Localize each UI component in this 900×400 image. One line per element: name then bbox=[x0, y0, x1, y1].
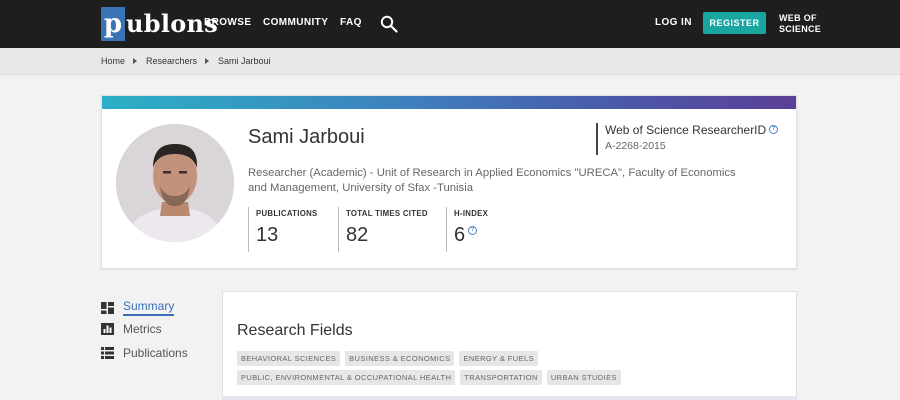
research-fields-title: Research Fields bbox=[237, 322, 353, 339]
breadcrumb-current: Sami Jarboui bbox=[218, 56, 271, 66]
research-fields-panel: Research Fields BEHAVIORAL SCIENCES BUSI… bbox=[222, 291, 797, 400]
times-cited-count: 82 bbox=[346, 224, 369, 246]
breadcrumb-bar: Home Researchers Sami Jarboui bbox=[0, 48, 900, 75]
publications-count: 13 bbox=[256, 224, 279, 246]
bar-chart-icon bbox=[101, 323, 114, 335]
nav-faq-link[interactable]: FAQ bbox=[340, 17, 362, 28]
help-icon[interactable]: ? bbox=[769, 125, 779, 134]
tag-row: PUBLIC, ENVIRONMENTAL & OCCUPATIONAL HEA… bbox=[237, 370, 797, 385]
research-field-tags: BEHAVIORAL SCIENCES BUSINESS & ECONOMICS… bbox=[237, 351, 797, 389]
researcher-id-label: Web of Science ResearcherID ? bbox=[605, 123, 779, 137]
card-gradient-stripe bbox=[102, 96, 796, 109]
search-icon[interactable] bbox=[380, 15, 398, 33]
research-field-tag[interactable]: URBAN STUDIES bbox=[546, 370, 621, 385]
web-of-science-link[interactable]: WEB OF SCIENCE bbox=[779, 13, 821, 35]
top-navbar: p ublons BROWSE COMMUNITY FAQ LOG IN REG… bbox=[0, 0, 900, 48]
research-field-tag[interactable]: PUBLIC, ENVIRONMENTAL & OCCUPATIONAL HEA… bbox=[237, 370, 456, 385]
sidenav-item-metrics[interactable]: Metrics bbox=[101, 322, 162, 336]
login-link[interactable]: LOG IN bbox=[655, 17, 692, 28]
breadcrumb-researchers[interactable]: Researchers bbox=[146, 56, 197, 66]
avatar-photo bbox=[116, 124, 234, 242]
h-index-value: 6 ? bbox=[454, 224, 488, 247]
researcher-id-value: A-2268-2015 bbox=[605, 140, 666, 152]
stat-h-index: H-INDEX 6 ? bbox=[446, 207, 488, 252]
panel-divider bbox=[222, 396, 797, 400]
dashboard-icon bbox=[101, 301, 114, 314]
help-icon[interactable]: ? bbox=[468, 226, 478, 235]
research-field-tag[interactable]: ENERGY & FUELS bbox=[459, 351, 538, 366]
researcher-name: Sami Jarboui bbox=[248, 126, 365, 148]
list-icon bbox=[101, 347, 114, 359]
breadcrumb-home[interactable]: Home bbox=[101, 56, 125, 66]
researcher-affiliation: Researcher (Academic) - Unit of Research… bbox=[248, 167, 736, 194]
breadcrumb-arrow-icon bbox=[133, 58, 138, 64]
sidenav-item-summary[interactable]: Summary bbox=[101, 299, 175, 316]
research-field-tag[interactable]: TRANSPORTATION bbox=[460, 370, 542, 385]
breadcrumb: Home Researchers Sami Jarboui bbox=[101, 56, 271, 66]
avatar bbox=[116, 124, 234, 242]
logo-mark: p bbox=[101, 7, 125, 41]
register-button[interactable]: REGISTER bbox=[703, 12, 766, 34]
profile-card: Sami Jarboui Researcher (Academic) - Uni… bbox=[101, 95, 797, 269]
sidenav-item-publications[interactable]: Publications bbox=[101, 346, 188, 360]
research-field-tag[interactable]: BEHAVIORAL SCIENCES bbox=[237, 351, 341, 366]
nav-browse-link[interactable]: BROWSE bbox=[204, 17, 251, 28]
nav-community-link[interactable]: COMMUNITY bbox=[263, 17, 328, 28]
stat-publications: PUBLICATIONS 13 bbox=[248, 207, 318, 252]
research-field-tag[interactable]: BUSINESS & ECONOMICS bbox=[345, 351, 455, 366]
tag-row: BEHAVIORAL SCIENCES BUSINESS & ECONOMICS… bbox=[237, 351, 797, 366]
researcher-id-block: Web of Science ResearcherID ? A-2268-201… bbox=[596, 123, 779, 155]
breadcrumb-arrow-icon bbox=[205, 58, 210, 64]
stat-times-cited: TOTAL TIMES CITED 82 bbox=[338, 207, 428, 252]
publons-logo[interactable]: p ublons bbox=[101, 7, 218, 41]
